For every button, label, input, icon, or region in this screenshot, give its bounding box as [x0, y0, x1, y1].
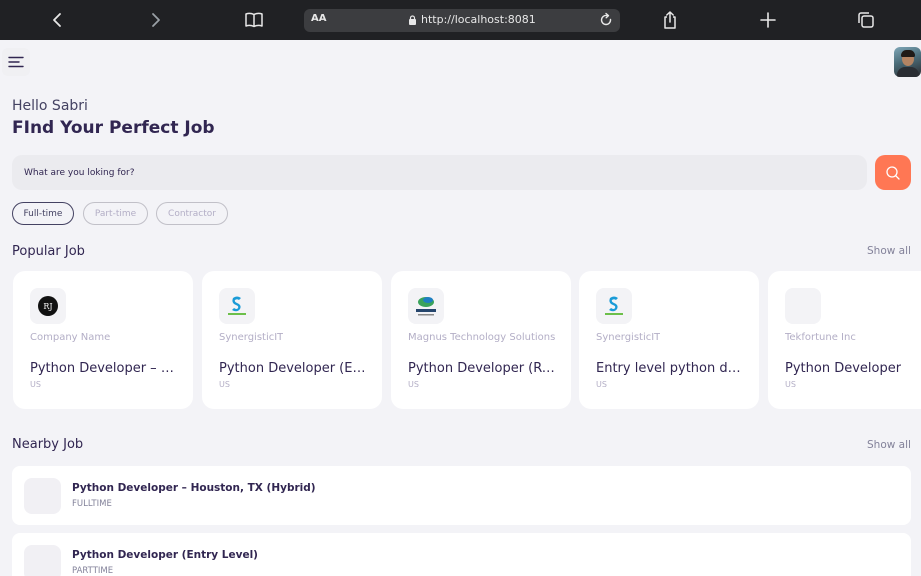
job-type-chip-parttime[interactable]: Part-time [83, 202, 148, 225]
job-location: US [785, 380, 796, 389]
job-location: US [30, 380, 41, 389]
bookmarks-book-icon[interactable] [234, 0, 274, 40]
company-logo [596, 288, 632, 324]
nearby-job-type: FULLTIME [72, 499, 112, 509]
share-icon[interactable] [650, 0, 690, 40]
new-tab-plus-icon[interactable] [748, 0, 788, 40]
search-button[interactable] [875, 155, 911, 190]
job-type-chip-contractor[interactable]: Contractor [156, 202, 228, 225]
job-title: Python Developer (Remote) [408, 361, 558, 376]
popular-job-card[interactable]: Magnus Technology Solutions Python Devel… [391, 271, 571, 409]
reader-aa-button[interactable]: AA [311, 13, 326, 24]
company-name: Company Name [30, 332, 111, 343]
greeting-text: Hello Sabri [12, 98, 88, 114]
company-logo [408, 288, 444, 324]
search-input[interactable] [12, 155, 867, 190]
popular-show-all-link[interactable]: Show all [867, 245, 911, 257]
nearby-job-card[interactable]: Python Developer – Houston, TX (Hybrid) … [12, 466, 911, 525]
popular-job-card[interactable]: SynergisticIT Entry level python develop… [579, 271, 759, 409]
browser-toolbar: AA http://localhost:8081 [0, 0, 921, 40]
popular-jobs-heading: Popular Job [12, 244, 85, 259]
job-location: US [219, 380, 230, 389]
page-title: FInd Your Perfect Job [12, 118, 215, 138]
job-title: Entry level python developer [596, 361, 746, 376]
synergisticit-logo-icon [605, 296, 623, 315]
svg-text:RJ: RJ [43, 302, 52, 311]
company-logo-placeholder [24, 545, 61, 576]
back-icon[interactable] [38, 0, 78, 40]
address-bar[interactable]: AA http://localhost:8081 [304, 9, 620, 32]
company-logo-placeholder [785, 288, 821, 324]
job-title: Python Developer (Entry Level) [219, 361, 369, 376]
popular-job-card[interactable]: Tekfortune Inc Python Developer US [768, 271, 921, 409]
url-text: http://localhost:8081 [421, 13, 536, 26]
forward-icon[interactable] [135, 0, 175, 40]
job-title: Python Developer – Houston, TX (Hybrid) [30, 361, 180, 376]
rj-logo-icon: RJ [38, 296, 58, 316]
job-location: US [596, 380, 607, 389]
nearby-show-all-link[interactable]: Show all [867, 439, 911, 451]
magnus-logo-icon [416, 297, 436, 316]
popular-job-card[interactable]: RJ Company Name Python Developer – Houst… [13, 271, 193, 409]
hamburger-menu-icon [8, 56, 24, 68]
company-name: SynergisticIT [596, 332, 661, 343]
job-location: US [408, 380, 419, 389]
menu-button[interactable] [2, 48, 30, 76]
nearby-jobs-heading: Nearby Job [12, 437, 84, 452]
search-container [12, 155, 867, 190]
company-logo-placeholder [24, 478, 61, 514]
job-type-chip-fulltime[interactable]: Full-time [12, 202, 74, 225]
nearby-job-type: PARTTIME [72, 566, 114, 576]
company-name: SynergisticIT [219, 332, 284, 343]
nearby-job-card[interactable]: Python Developer (Entry Level) PARTTIME [12, 533, 911, 576]
profile-avatar[interactable] [894, 47, 921, 77]
nearby-job-title: Python Developer – Houston, TX (Hybrid) [72, 482, 316, 494]
company-logo: RJ [30, 288, 66, 324]
search-icon [886, 165, 900, 180]
job-title: Python Developer [785, 361, 902, 376]
company-name: Magnus Technology Solutions [408, 332, 556, 343]
popular-job-card[interactable]: SynergisticIT Python Developer (Entry Le… [202, 271, 382, 409]
reload-icon[interactable] [597, 11, 615, 29]
nearby-job-title: Python Developer (Entry Level) [72, 549, 258, 561]
lock-icon [409, 14, 416, 25]
synergisticit-logo-icon [228, 296, 246, 315]
company-name: Tekfortune Inc [785, 332, 856, 343]
company-logo [219, 288, 255, 324]
tabs-overview-icon[interactable] [846, 0, 886, 40]
